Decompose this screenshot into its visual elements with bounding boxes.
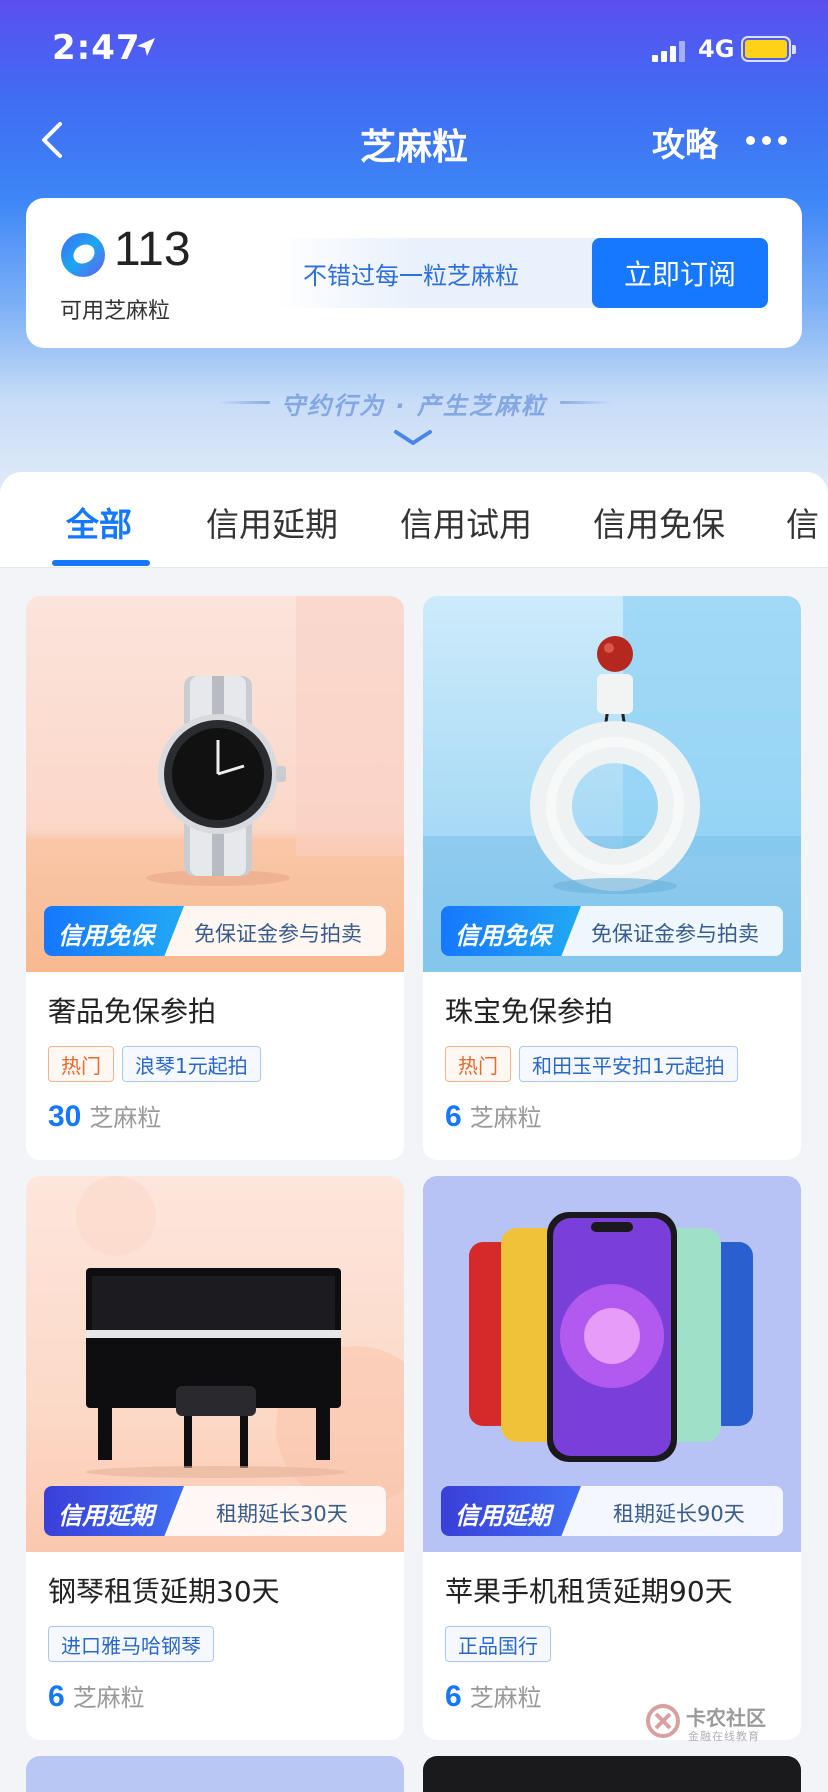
tab-indicator xyxy=(52,560,150,566)
product-card-partial[interactable] xyxy=(423,1756,801,1792)
tag-badge-text: 信用延期 xyxy=(455,1502,551,1530)
tag-badge: 信用免保 xyxy=(44,906,184,956)
tag-badge-text: 信用免保 xyxy=(58,922,154,950)
slogan-text: 守约行为 · 产生芝麻粒 xyxy=(281,392,547,420)
price-unit: 芝麻粒 xyxy=(72,1684,145,1712)
price-value: 6 xyxy=(48,1680,65,1713)
product-card-partial[interactable] xyxy=(26,1756,404,1792)
tag-badge-text: 信用免保 xyxy=(455,922,551,950)
location-arrow-icon xyxy=(137,38,155,56)
points-value: 113 xyxy=(114,223,191,276)
tab-credit-trial[interactable]: 信用试用 xyxy=(400,498,532,546)
guide-link[interactable]: 攻略 xyxy=(652,118,718,166)
tag-badge: 信用免保 xyxy=(441,906,581,956)
card-title: 钢琴租赁延期30天 xyxy=(48,1575,280,1608)
watermark-logo-icon xyxy=(646,1704,680,1738)
tag-description: 免保证金参与拍卖 xyxy=(591,922,759,946)
product-card[interactable]: 信用延期 租期延长30天 钢琴租赁延期30天 进口雅马哈钢琴 6 芝麻粒 xyxy=(26,1176,404,1740)
tab-credit-extension[interactable]: 信用延期 xyxy=(206,498,338,546)
price-value: 6 xyxy=(445,1680,462,1713)
hot-chip: 热门 xyxy=(48,1046,114,1082)
watermark-subtitle: 金融在线教育 xyxy=(688,1730,760,1743)
card-tag: 信用延期 租期延长30天 xyxy=(44,1486,386,1536)
chevron-down-icon[interactable] xyxy=(392,428,434,448)
tag-badge: 信用延期 xyxy=(441,1486,581,1536)
sesame-icon xyxy=(61,233,105,277)
status-time: 2:47 xyxy=(52,28,141,68)
feature-chip: 进口雅马哈钢琴 xyxy=(48,1626,214,1662)
battery-icon xyxy=(741,36,796,62)
card-tag: 信用延期 租期延长90天 xyxy=(441,1486,783,1536)
card-title: 苹果手机租赁延期90天 xyxy=(445,1575,733,1608)
card-price: 6 芝麻粒 xyxy=(445,1098,542,1134)
price-value: 30 xyxy=(48,1100,82,1133)
card-title: 珠宝免保参拍 xyxy=(445,995,614,1028)
price-unit: 芝麻粒 xyxy=(469,1104,542,1132)
tab-all[interactable]: 全部 xyxy=(66,498,132,546)
card-price: 6 芝麻粒 xyxy=(48,1678,145,1714)
hot-chip: 热门 xyxy=(445,1046,511,1082)
price-unit: 芝麻粒 xyxy=(89,1104,162,1132)
category-tabs: 全部 信用延期 信用试用 信用免保 信 xyxy=(0,472,828,568)
product-card[interactable]: 信用免保 免保证金参与拍卖 奢品免保参拍 热门 浪琴1元起拍 30 芝麻粒 xyxy=(26,596,404,1160)
feature-chip: 正品国行 xyxy=(445,1626,551,1662)
watermark: 卡农社区 金融在线教育 xyxy=(646,1700,776,1744)
watermark-name: 卡农社区 xyxy=(686,1706,766,1730)
label-row: 热门 和田玉平安扣1元起拍 xyxy=(445,1046,738,1082)
label-row: 正品国行 xyxy=(445,1626,551,1662)
navigation-bar: 芝麻粒 攻略 xyxy=(0,100,828,180)
tab-credit-deposit-free[interactable]: 信用免保 xyxy=(593,498,725,546)
tag-description: 租期延长90天 xyxy=(613,1502,745,1526)
card-tag: 信用免保 免保证金参与拍卖 xyxy=(441,906,783,956)
card-price: 6 芝麻粒 xyxy=(445,1678,542,1714)
feature-chip: 和田玉平安扣1元起拍 xyxy=(519,1046,738,1082)
points-label: 可用芝麻粒 xyxy=(60,299,171,324)
more-icon[interactable] xyxy=(746,136,788,146)
tag-badge-text: 信用延期 xyxy=(58,1502,154,1530)
card-price: 30 芝麻粒 xyxy=(48,1098,161,1134)
promo-text: 不错过每一粒芝麻粒 xyxy=(303,262,519,290)
slogan-divider-right xyxy=(560,401,612,404)
label-row: 热门 浪琴1元起拍 xyxy=(48,1046,261,1082)
label-row: 进口雅马哈钢琴 xyxy=(48,1626,214,1662)
product-card[interactable]: 信用延期 租期延长90天 苹果手机租赁延期90天 正品国行 6 芝麻粒 xyxy=(423,1176,801,1740)
price-unit: 芝麻粒 xyxy=(469,1684,542,1712)
slogan: 守约行为 · 产生芝麻粒 xyxy=(0,382,828,422)
signal-icon xyxy=(652,40,686,62)
feature-chip: 浪琴1元起拍 xyxy=(122,1046,261,1082)
tab-more[interactable]: 信 xyxy=(786,498,819,546)
price-value: 6 xyxy=(445,1100,462,1133)
card-tag: 信用免保 免保证金参与拍卖 xyxy=(44,906,386,956)
product-card[interactable]: 信用免保 免保证金参与拍卖 珠宝免保参拍 热门 和田玉平安扣1元起拍 6 芝麻粒 xyxy=(423,596,801,1160)
points-card: 113 可用芝麻粒 不错过每一粒芝麻粒 立即订阅 xyxy=(26,198,802,348)
card-title: 奢品免保参拍 xyxy=(48,995,217,1028)
status-bar: 2:47 4G xyxy=(0,0,828,100)
subscribe-button[interactable]: 立即订阅 xyxy=(592,238,768,308)
tag-description: 免保证金参与拍卖 xyxy=(194,922,362,946)
tag-description: 租期延长30天 xyxy=(216,1502,348,1526)
tag-badge: 信用延期 xyxy=(44,1486,184,1536)
network-type: 4G xyxy=(698,35,735,63)
